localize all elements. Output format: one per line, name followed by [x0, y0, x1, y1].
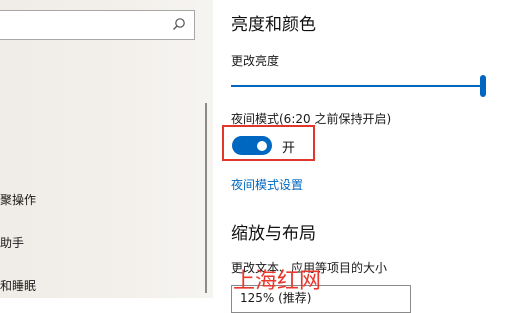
- sidebar-item-assistant[interactable]: 助手: [0, 234, 24, 251]
- sidebar-item-label: 聚操作: [0, 193, 37, 207]
- sidebar-item-power-sleep[interactable]: 和睡眠: [0, 277, 36, 294]
- sidebar-item-label: 助手: [0, 236, 25, 250]
- night-light-toggle[interactable]: [232, 136, 272, 155]
- scale-layout-heading: 缩放与布局: [231, 224, 316, 244]
- night-light-toggle-state: 开: [282, 141, 296, 156]
- brightness-slider-thumb[interactable]: [480, 75, 487, 97]
- watermark-logo: 上海红网: [233, 269, 322, 294]
- brightness-slider-track[interactable]: [231, 85, 486, 87]
- display-settings-pane: 亮度和颜色 更改亮度 夜间模式(6:20 之前保持开启) 开 夜间模式设置 缩放…: [213, 0, 505, 313]
- settings-nav-pane: 聚操作 助手 和睡眠: [0, 0, 213, 298]
- search-icon: [173, 18, 185, 30]
- search-input[interactable]: [0, 10, 195, 40]
- sidebar-item-focus-assist[interactable]: 聚操作: [0, 191, 36, 208]
- toggle-knob: [257, 140, 267, 151]
- night-light-settings-link[interactable]: 夜间模式设置: [231, 176, 303, 193]
- brightness-heading: 亮度和颜色: [231, 15, 316, 35]
- sidebar-item-label: 和睡眠: [0, 279, 37, 293]
- nav-scrollbar[interactable]: [205, 103, 207, 293]
- brightness-label: 更改亮度: [231, 54, 280, 68]
